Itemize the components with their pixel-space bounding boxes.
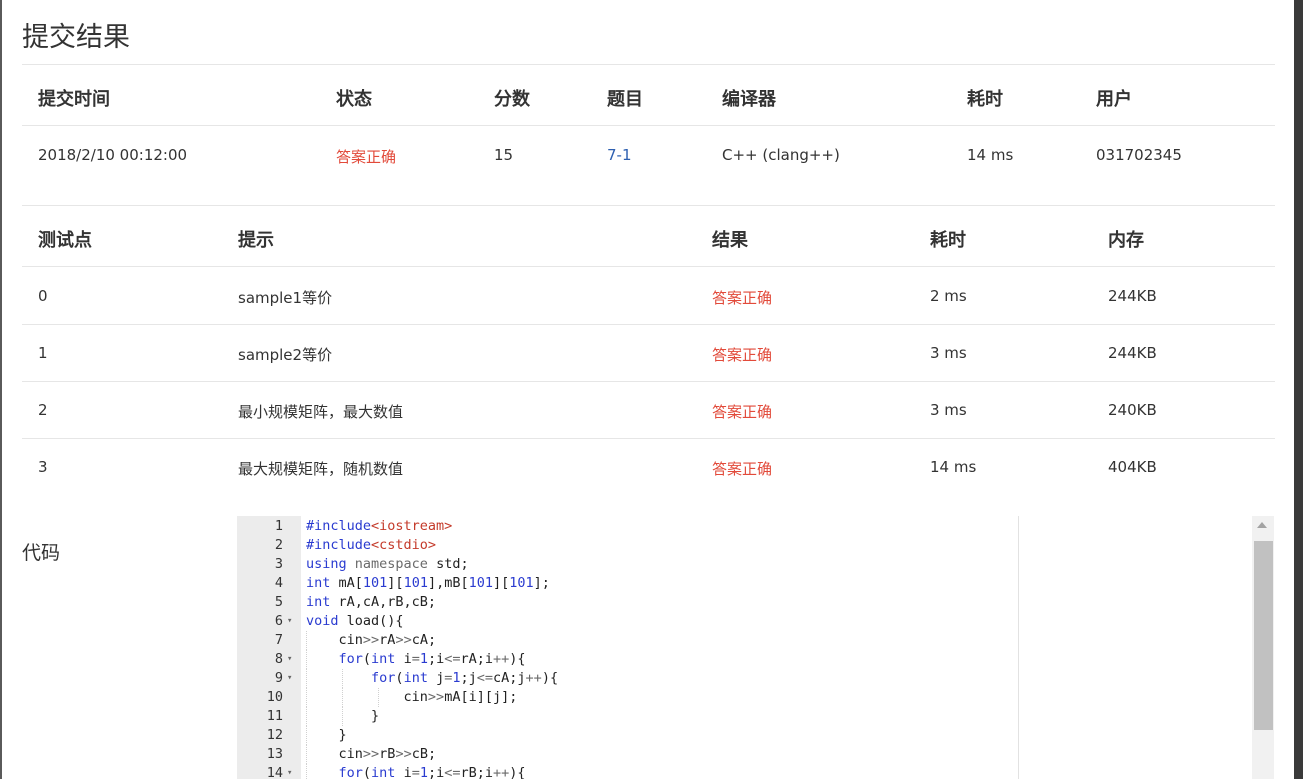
testcase-id: 3 (38, 458, 48, 476)
compiler: C++ (clang++) (722, 146, 840, 164)
header-duration: 耗时 (967, 89, 1003, 110)
testcase-time: 3 ms (930, 344, 967, 362)
submission-result-dialog: 提交结果 提交时间 状态 分数 题目 编译器 耗时 用户 2018/2/10 0… (2, 0, 1294, 779)
line-number: 3 (274, 556, 283, 572)
testcase-memory: 404KB (1108, 458, 1157, 476)
testcase-result: 答案正确 (712, 403, 773, 421)
header-hint: 提示 (238, 230, 274, 251)
line-number: 13 (266, 746, 283, 762)
testcase-memory: 244KB (1108, 344, 1157, 362)
code-editor[interactable]: 1 #include<iostream> 2 #include<cstdio> 3 usi… (237, 516, 1274, 779)
indent-guide (306, 764, 307, 779)
indent-guide (306, 707, 307, 726)
divider (22, 438, 1275, 439)
testcase-time: 14 ms (930, 458, 977, 476)
testcase-result: 答案正确 (712, 346, 773, 364)
line-number: 11 (266, 708, 283, 724)
code-text: for(int i=1;i<=rA;i++){ (338, 651, 526, 667)
testcase-memory: 244KB (1108, 287, 1157, 305)
header-status: 状态 (336, 89, 372, 110)
indent-guide (378, 688, 379, 707)
indent-guide (306, 669, 307, 688)
fold-arrow-icon[interactable]: ▾ (287, 669, 292, 688)
code-text: #include<cstdio> (306, 537, 437, 553)
indent-guide (342, 688, 343, 707)
fold-arrow-icon[interactable]: ▾ (287, 612, 292, 631)
testcase-id: 0 (38, 287, 48, 305)
divider (22, 205, 1275, 206)
testcase-hint: sample2等价 (238, 346, 333, 364)
divider (22, 266, 1275, 267)
testcase-time: 2 ms (930, 287, 967, 305)
header-problem: 题目 (607, 89, 643, 110)
fold-arrow-icon[interactable]: ▾ (287, 650, 292, 669)
header-submit-time: 提交时间 (38, 89, 110, 110)
line-number: 6 (274, 613, 283, 629)
testcase-memory: 240KB (1108, 401, 1157, 419)
code-text: cin>>rB>>cB; (306, 746, 437, 762)
testcase-id: 2 (38, 401, 48, 419)
code-text: void load(){ (306, 613, 404, 629)
testcase-time: 3 ms (930, 401, 967, 419)
testcase-hint: 最大规模矩阵，随机数值 (238, 460, 404, 478)
testcase-id: 1 (38, 344, 48, 362)
divider (22, 125, 1275, 126)
indent-guide (306, 745, 307, 764)
indent-guide (306, 688, 307, 707)
header-testcase: 测试点 (38, 230, 92, 251)
code-text: #include<iostream> (306, 518, 453, 534)
header-time: 耗时 (930, 230, 966, 251)
backdrop-right (1294, 0, 1303, 779)
code-text: for(int i=1;i<=rB;i++){ (338, 765, 526, 779)
code-text: cin>>rA>>cA; (306, 632, 437, 648)
submit-time: 2018/2/10 00:12:00 (38, 146, 188, 164)
indent-guide (306, 631, 307, 650)
line-number: 8 (274, 651, 283, 667)
code-text: cin>>mA[i][j]; (306, 689, 518, 705)
scroll-up-arrow-icon[interactable] (1257, 522, 1267, 528)
status-badge: 答案正确 (336, 148, 397, 166)
line-number: 10 (266, 689, 283, 705)
testcase-hint: sample1等价 (238, 289, 333, 307)
divider (22, 324, 1275, 325)
problem-link[interactable]: 7-1 (607, 146, 632, 164)
line-number: 7 (274, 632, 283, 648)
line-number: 2 (274, 537, 283, 553)
line-number: 14 (266, 765, 283, 779)
header-user: 用户 (1096, 89, 1132, 110)
header-result: 结果 (712, 230, 748, 251)
line-number: 1 (274, 518, 283, 534)
code-text: int mA[101][101],mB[101][101]; (306, 575, 550, 591)
scrollbar-thumb[interactable] (1254, 541, 1273, 730)
testcase-result: 答案正确 (712, 289, 773, 307)
code-text: } (306, 727, 347, 743)
line-number: 5 (274, 594, 283, 610)
indent-guide (306, 650, 307, 669)
code-label: 代码 (22, 542, 61, 564)
score: 15 (494, 146, 514, 164)
code-text: int rA,cA,rB,cB; (306, 594, 437, 610)
line-number: 9 (274, 670, 283, 686)
testcase-hint: 最小规模矩阵，最大数值 (238, 403, 404, 421)
indent-guide (342, 669, 343, 688)
user-id: 031702345 (1096, 146, 1182, 164)
dialog-title: 提交结果 (22, 22, 130, 53)
line-number: 12 (266, 727, 283, 743)
line-number: 4 (274, 575, 283, 591)
header-compiler: 编译器 (722, 89, 776, 110)
fold-arrow-icon[interactable]: ▾ (287, 764, 292, 779)
print-margin (1018, 516, 1019, 779)
code-text: using namespace std; (306, 556, 469, 572)
indent-guide (306, 726, 307, 745)
indent-guide (342, 707, 343, 726)
code-text: for(int j=1;j<=cA;j++){ (371, 670, 559, 686)
duration: 14 ms (967, 146, 1014, 164)
divider (22, 381, 1275, 382)
header-memory: 内存 (1108, 230, 1144, 251)
divider (22, 64, 1275, 65)
testcase-result: 答案正确 (712, 460, 773, 478)
header-score: 分数 (494, 89, 530, 110)
